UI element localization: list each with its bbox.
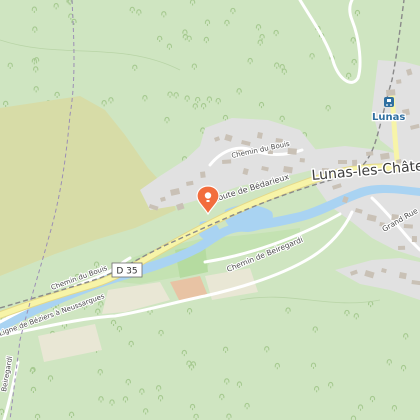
building bbox=[386, 89, 396, 96]
map-canvas[interactable]: Lunas-les-Château Lunas Route de Bédarie… bbox=[0, 0, 420, 420]
building bbox=[287, 148, 297, 155]
building bbox=[403, 224, 413, 229]
building bbox=[411, 236, 417, 243]
train-station-icon[interactable] bbox=[384, 97, 394, 107]
building bbox=[222, 159, 232, 164]
map-view[interactable]: Lunas-les-Château Lunas Route de Bédarie… bbox=[0, 0, 420, 420]
road-shield-d35-label: D 35 bbox=[116, 267, 137, 277]
building bbox=[365, 151, 374, 156]
building bbox=[338, 160, 347, 164]
road-shield-d35: D 35 bbox=[111, 262, 143, 278]
building bbox=[396, 79, 402, 84]
building bbox=[398, 245, 406, 250]
label-station: Lunas bbox=[372, 112, 405, 123]
building bbox=[200, 171, 206, 178]
building bbox=[299, 158, 305, 163]
